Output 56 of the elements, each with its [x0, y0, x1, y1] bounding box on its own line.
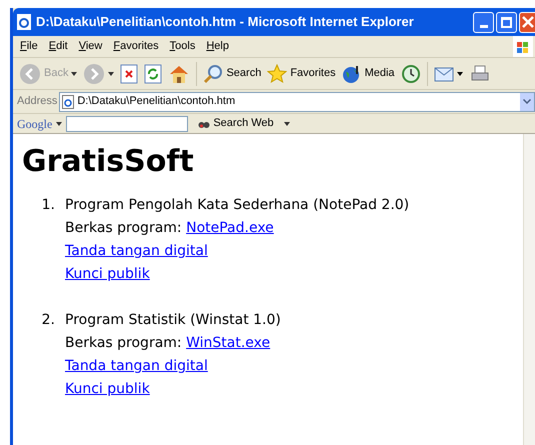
file-line: Berkas program: WinStat.exe	[65, 334, 270, 353]
page-link[interactable]: Tanda tangan digital	[65, 240, 208, 263]
home-icon	[168, 64, 190, 84]
list-number: 1.	[40, 196, 56, 215]
page-link[interactable]: Tanda tangan digital	[65, 355, 208, 378]
print-button[interactable]	[470, 64, 490, 84]
program-title: Program Statistik (Winstat 1.0)	[65, 311, 281, 330]
search-web-button[interactable]: Search Web	[198, 115, 274, 132]
menu-item[interactable]: Help	[201, 38, 234, 55]
home-button[interactable]	[168, 64, 190, 84]
menu-item[interactable]: File	[15, 38, 43, 55]
list-number: 2.	[40, 311, 56, 330]
menu-item[interactable]: View	[74, 38, 108, 55]
media-button[interactable]: Media	[342, 64, 395, 84]
window-title: D:\Dataku\Penelitian\contoh.htm - Microsoft Internet Explorer	[36, 13, 414, 32]
history-button[interactable]	[400, 64, 421, 84]
search-icon	[203, 64, 224, 84]
history-icon	[400, 64, 421, 84]
menu-item[interactable]: Edit	[44, 38, 73, 55]
dropdown-button[interactable]	[520, 92, 534, 110]
file-link[interactable]: WinStat.exe	[186, 335, 270, 351]
stop-button[interactable]	[120, 64, 138, 84]
globe-music-icon	[342, 64, 362, 84]
address-label: Address	[17, 94, 58, 110]
maximize-button[interactable]	[496, 12, 517, 32]
minimize-button[interactable]	[473, 12, 494, 32]
page-heading: GratisSoft	[22, 143, 195, 181]
windows-flag-icon	[516, 40, 530, 54]
close-icon	[522, 16, 534, 28]
search-field[interactable]	[66, 116, 188, 132]
google-logo[interactable]: Google	[17, 114, 52, 132]
page-link[interactable]: Kunci publik	[65, 263, 150, 286]
caret-icon	[284, 122, 290, 126]
program-title: Program Pengolah Kata Sederhana (NotePad 2.0)	[65, 196, 410, 215]
refresh-icon	[144, 64, 162, 84]
stop-icon	[120, 64, 138, 84]
scrollbar[interactable]	[523, 134, 535, 445]
page-link[interactable]: Kunci publik	[65, 378, 150, 401]
page-icon	[62, 94, 74, 108]
minimize-icon	[480, 24, 488, 28]
printer-icon	[470, 64, 490, 84]
close-button[interactable]	[519, 12, 535, 32]
maximize-icon	[501, 16, 512, 28]
caret-icon	[71, 72, 78, 76]
favorites-button[interactable]: Favorites	[267, 64, 336, 84]
address-field[interactable]: D:\Dataku\Penelitian\contoh.htm	[59, 92, 535, 112]
file-line: Berkas program: NotePad.exe	[65, 219, 274, 238]
caret-icon	[56, 122, 62, 126]
file-link[interactable]: NotePad.exe	[186, 220, 274, 236]
chevron-down-icon	[523, 99, 531, 104]
star-icon	[267, 64, 288, 84]
search-button[interactable]: Search	[203, 64, 262, 84]
menu-item[interactable]: Tools	[164, 38, 200, 55]
caret-icon	[108, 72, 114, 76]
refresh-button[interactable]	[144, 64, 162, 84]
menu-item[interactable]: Favorites	[108, 38, 164, 55]
